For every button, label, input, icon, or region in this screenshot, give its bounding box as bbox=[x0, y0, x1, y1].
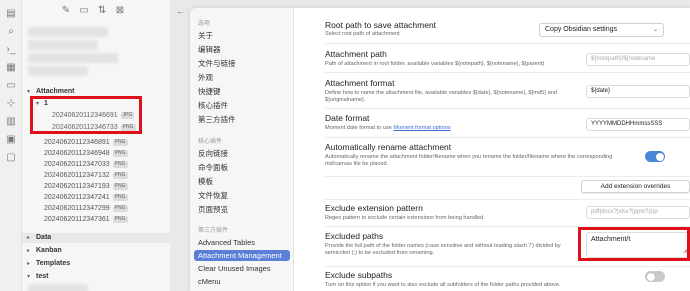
nav-item[interactable]: 文件恢复 bbox=[194, 190, 290, 201]
setting-title: Root path to save attachment bbox=[325, 20, 437, 30]
collapse-icon[interactable]: ⊠ bbox=[114, 5, 126, 17]
highlight-box bbox=[578, 227, 690, 261]
folder-icon[interactable]: ▢ bbox=[5, 152, 17, 164]
nav-group-head: 选项 bbox=[198, 21, 211, 27]
blurred-item bbox=[28, 53, 118, 63]
nav-item[interactable]: 文件与链接 bbox=[194, 58, 290, 69]
divider bbox=[325, 108, 690, 109]
list-item[interactable]: 20240620112347033 PNG bbox=[22, 160, 170, 170]
toggle-knob bbox=[646, 272, 655, 281]
setting-desc: Provide the full path of the folder name… bbox=[325, 243, 561, 256]
files-icon[interactable]: ▤ bbox=[5, 8, 17, 20]
setting-title: Automatically rename attachment bbox=[325, 142, 452, 152]
chevron-down-icon: ⌄ bbox=[652, 27, 658, 33]
chevron-right-icon: ▸ bbox=[27, 248, 31, 254]
nav-item[interactable]: 反向链接 bbox=[194, 148, 290, 159]
setting-desc: Path of attachment in root folder, avail… bbox=[325, 61, 545, 67]
divider bbox=[325, 199, 690, 200]
divider bbox=[325, 137, 690, 138]
list-item[interactable]: 20240620112347241 PNG bbox=[22, 193, 170, 203]
add-extension-overrides-button[interactable]: Add extension overrides bbox=[581, 180, 690, 193]
setting-title: Excluded paths bbox=[325, 231, 384, 241]
root-path-select[interactable]: Copy Obsidian settings ⌄ bbox=[539, 23, 664, 37]
nav-item[interactable]: 核心插件 bbox=[194, 100, 290, 111]
nav-group-head: 核心插件 bbox=[198, 139, 223, 145]
settings-nav: 选项 关于 编辑器 文件与链接 外观 快捷键 核心插件 第三方插件 核心插件 反… bbox=[190, 8, 294, 291]
folder-kanban[interactable]: ▸ Kanban bbox=[22, 246, 170, 256]
setting-desc: Automatically rename the attachment fold… bbox=[325, 154, 613, 167]
file-explorer: ✎ ▭ ⇅ ⊠ ▾ Attachment ▾ 1 202406201123466… bbox=[22, 0, 170, 291]
divider bbox=[325, 266, 690, 267]
divider bbox=[325, 72, 690, 73]
setting-title: Attachment format bbox=[325, 78, 395, 88]
list-item[interactable]: 20240620112347193 PNG bbox=[22, 182, 170, 192]
setting-desc: Select root path of attachment bbox=[325, 31, 400, 37]
list-item[interactable]: 20240620112346891 PNG bbox=[22, 138, 170, 148]
chevron-right-icon: ▸ bbox=[27, 235, 31, 241]
attachment-path-input[interactable]: ${notepath}/${notename bbox=[586, 53, 690, 66]
list-item[interactable]: 20240620112347361 PNG bbox=[22, 215, 170, 225]
attachment-format-input[interactable]: ${date} bbox=[586, 85, 690, 98]
nav-item-active[interactable]: Attachment Management bbox=[194, 250, 290, 261]
date-format-input[interactable]: YYYYMMDDHHmmssSSS bbox=[586, 118, 690, 131]
folder-test[interactable]: ▾ test bbox=[22, 272, 170, 282]
highlight-box bbox=[30, 96, 142, 134]
nav-item[interactable]: 编辑器 bbox=[194, 44, 290, 55]
graph-icon[interactable]: ⊹ bbox=[5, 98, 17, 110]
blurred-item bbox=[28, 40, 98, 50]
nav-item[interactable]: Clear Unused Images bbox=[194, 263, 290, 274]
setting-title: Date format bbox=[325, 113, 370, 123]
setting-desc: Moment date format to use Moment format … bbox=[325, 125, 451, 131]
nav-group-head: 第三方插件 bbox=[198, 228, 229, 234]
nav-item[interactable]: 命令面板 bbox=[194, 162, 290, 173]
moment-format-link[interactable]: Moment format options bbox=[393, 125, 450, 131]
terminal-icon[interactable]: ›_ bbox=[5, 44, 17, 56]
nav-item[interactable]: 外观 bbox=[194, 72, 290, 83]
new-folder-icon[interactable]: ▭ bbox=[78, 5, 90, 17]
calendar-icon[interactable]: ▦ bbox=[5, 62, 17, 74]
clipboard-icon[interactable]: ▣ bbox=[5, 134, 17, 146]
auto-rename-toggle[interactable] bbox=[645, 151, 665, 162]
setting-title: Attachment path bbox=[325, 49, 387, 59]
explorer-toolbar: ✎ ▭ ⇅ ⊠ bbox=[60, 5, 126, 19]
sort-icon[interactable]: ⇅ bbox=[96, 5, 108, 17]
list-item[interactable]: 20240620112346948 PNG bbox=[22, 149, 170, 159]
list-item[interactable]: 20240620112347299 PNG bbox=[22, 204, 170, 214]
nav-item[interactable]: 页面预览 bbox=[194, 204, 290, 215]
nav-item[interactable]: cMenu bbox=[194, 276, 290, 287]
chevron-right-icon: ▸ bbox=[27, 261, 31, 267]
nav-item[interactable]: 模板 bbox=[194, 176, 290, 187]
divider bbox=[325, 43, 690, 44]
list-item[interactable]: 20240620112347132 PNG bbox=[22, 171, 170, 181]
left-ribbon: ▤ ⌕ ›_ ▦ ▭ ⊹ ▥ ▣ ▢ bbox=[0, 0, 22, 291]
folder-data[interactable]: ▸ Data bbox=[22, 233, 170, 243]
divider bbox=[325, 176, 690, 177]
setting-title: Exclude extension pattern bbox=[325, 203, 423, 213]
blurred-item bbox=[28, 27, 108, 37]
blurred-item bbox=[28, 66, 88, 76]
template-icon[interactable]: ▭ bbox=[5, 80, 17, 92]
search-icon[interactable]: ⌕ bbox=[5, 26, 17, 38]
exclude-subpaths-toggle[interactable] bbox=[645, 271, 665, 282]
nav-item[interactable]: 快捷键 bbox=[194, 86, 290, 97]
back-arrow-icon[interactable]: ← bbox=[176, 6, 185, 16]
new-note-icon[interactable]: ✎ bbox=[60, 5, 72, 17]
folder-templates[interactable]: ▸ Templates bbox=[22, 259, 170, 269]
nav-item[interactable]: Advanced Tables bbox=[194, 237, 290, 248]
setting-desc: Define how to name the attachment file, … bbox=[325, 90, 557, 103]
chevron-down-icon: ▾ bbox=[27, 274, 31, 280]
blurred-item bbox=[28, 284, 88, 291]
exclude-extension-input[interactable]: pdf|docx?|xlsx?|pptx?|zip bbox=[586, 206, 690, 219]
settings-content: Root path to save attachment Select root… bbox=[294, 8, 690, 291]
settings-modal: 选项 关于 编辑器 文件与链接 外观 快捷键 核心插件 第三方插件 核心插件 反… bbox=[190, 8, 690, 291]
nav-item[interactable]: 第三方插件 bbox=[194, 114, 290, 125]
setting-desc: Turn on this option if you want to also … bbox=[325, 282, 561, 288]
setting-desc: Regex pattern to exclude certain extensi… bbox=[325, 215, 485, 221]
setting-title: Exclude subpaths bbox=[325, 270, 393, 280]
toggle-knob bbox=[655, 152, 664, 161]
nav-item[interactable]: 关于 bbox=[194, 30, 290, 41]
kanban-icon[interactable]: ▥ bbox=[5, 116, 17, 128]
